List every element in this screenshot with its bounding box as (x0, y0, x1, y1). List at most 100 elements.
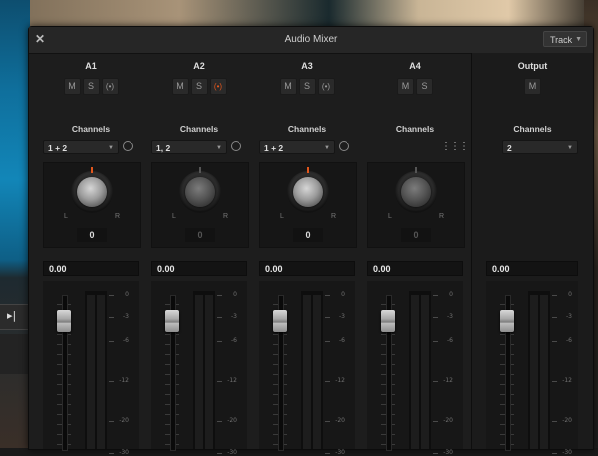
reset-icon[interactable] (231, 140, 242, 151)
solo-button[interactable]: S (190, 78, 208, 95)
meter-scale-label: -6 (447, 337, 453, 344)
meter-scale-tick (325, 295, 330, 296)
pan-value[interactable]: 0 (401, 228, 431, 242)
chevron-down-icon: ▼ (216, 145, 222, 151)
meter-scale-label: -6 (123, 337, 129, 344)
meter-scale-label: -20 (227, 417, 237, 424)
meter-scale-label: -12 (119, 377, 129, 384)
volume-fader-handle[interactable] (57, 310, 71, 332)
mute-button[interactable]: M (397, 78, 414, 95)
strip-buttons: MS (363, 78, 467, 96)
meter-scale-tick (325, 421, 330, 422)
meter-scale-label: 0 (341, 291, 345, 298)
track-mode-select[interactable]: Track ▼ (543, 31, 587, 47)
meter-scale-label: 0 (125, 291, 129, 298)
volume-readout[interactable]: 0.00 (367, 261, 463, 276)
meter-scale-tick (325, 341, 330, 342)
record-arm-button[interactable]: (•) (317, 78, 335, 95)
volume-fader-handle[interactable] (381, 310, 395, 332)
level-meter (301, 291, 323, 449)
meter-scale-label: -20 (562, 417, 572, 424)
pan-indicator (91, 167, 93, 173)
strip-output: Output M Channels 2 ▼ 0.00 0 -3 -6 -12 -20 -3… (471, 53, 593, 456)
channels-label: Channels (395, 124, 435, 134)
pan-knob[interactable] (77, 177, 107, 207)
volume-fader-handle[interactable] (273, 310, 287, 332)
pan-value[interactable]: 0 (77, 228, 107, 242)
pan-value[interactable]: 0 (293, 228, 323, 242)
volume-readout[interactable]: 0.00 (486, 261, 578, 276)
meter-scale-tick (109, 421, 114, 422)
mute-button[interactable]: M (524, 78, 541, 95)
pan-indicator (415, 167, 417, 173)
strip-name: Output (517, 61, 548, 71)
window-title: Audio Mixer (284, 34, 338, 45)
meter-scale-label: -30 (335, 449, 345, 456)
meter-scale-tick (217, 317, 222, 318)
strip-name: A2 (193, 61, 205, 71)
chevron-down-icon: ▼ (575, 36, 582, 43)
strip-a4: A4 MS Channels ⋮⋮⋮ L R 0 0.00 0 -3 -6 -12 -2… (363, 53, 469, 456)
pan-knob[interactable] (185, 177, 215, 207)
pan-left-label: L (64, 213, 68, 220)
meter-scale-tick (433, 453, 438, 454)
video-frame-left (0, 0, 30, 448)
channels-select[interactable]: 1 + 2 ▼ (259, 140, 335, 154)
volume-readout[interactable]: 0.00 (259, 261, 355, 276)
solo-button[interactable]: S (298, 78, 316, 95)
pan-left-label: L (280, 213, 284, 220)
mute-button[interactable]: M (171, 78, 189, 95)
mute-button[interactable]: M (63, 78, 81, 95)
title-bar: ✕ Audio Mixer Track ▼ (29, 27, 593, 54)
meter-scale-tick (433, 381, 438, 382)
volume-fader-handle[interactable] (500, 310, 514, 332)
pan-right-label: R (330, 213, 336, 220)
level-meter (193, 291, 215, 449)
pan-indicator (199, 167, 201, 173)
meter-scale-label: -20 (335, 417, 345, 424)
meter-scale-tick (433, 341, 438, 342)
strip-name: A1 (85, 61, 97, 71)
volume-readout[interactable]: 0.00 (151, 261, 247, 276)
meter-scale-tick (217, 341, 222, 342)
channels-select[interactable]: 2 ▼ (502, 140, 578, 154)
meter-scale: 0 -3 -6 -12 -20 -30 (109, 291, 129, 456)
pan-value[interactable]: 0 (185, 228, 215, 242)
meter-scale-tick (433, 295, 438, 296)
meter-scale-label: -30 (562, 449, 572, 456)
fader-area: 0 -3 -6 -12 -20 -30 (43, 281, 139, 456)
solo-button[interactable]: S (416, 78, 433, 95)
meter-scale: 0 -3 -6 -12 -20 -30 (217, 291, 237, 456)
channels-select[interactable]: 1 + 2 ▼ (43, 140, 119, 154)
meter-scale-tick (552, 421, 557, 422)
pan-knob[interactable] (401, 177, 431, 207)
meter-scale-tick (552, 317, 557, 318)
mute-button[interactable]: M (279, 78, 297, 95)
record-arm-button[interactable]: (•) (209, 78, 227, 95)
jump-to-end-icon[interactable]: ▸| (7, 309, 16, 322)
meter-scale-tick (325, 381, 330, 382)
meter-scale-label: -6 (231, 337, 237, 344)
fader-area: 0 -3 -6 -12 -20 -30 (259, 281, 355, 456)
reset-icon[interactable] (339, 140, 350, 151)
chevron-down-icon: ▼ (567, 145, 573, 151)
meter-scale: 0 -3 -6 -12 -20 -30 (552, 291, 572, 456)
channels-label: Channels (287, 124, 327, 134)
pan-knob[interactable] (293, 177, 323, 207)
fader-area: 0 -3 -6 -12 -20 -30 (151, 281, 247, 456)
channels-select[interactable]: 1, 2 ▼ (151, 140, 227, 154)
meter-scale-label: -3 (447, 313, 453, 320)
channels-value: 2 (507, 143, 512, 153)
reset-icon[interactable] (123, 140, 134, 151)
grid-icon[interactable]: ⋮⋮⋮ (441, 141, 469, 152)
meter-scale-tick (552, 341, 557, 342)
meter-scale-tick (109, 381, 114, 382)
level-meter (528, 291, 550, 449)
solo-button[interactable]: S (82, 78, 100, 95)
record-arm-button[interactable]: (•) (101, 78, 119, 95)
volume-readout[interactable]: 0.00 (43, 261, 139, 276)
pan-right-label: R (222, 213, 228, 220)
strip-name: A3 (301, 61, 313, 71)
volume-fader-handle[interactable] (165, 310, 179, 332)
meter-scale-tick (433, 421, 438, 422)
